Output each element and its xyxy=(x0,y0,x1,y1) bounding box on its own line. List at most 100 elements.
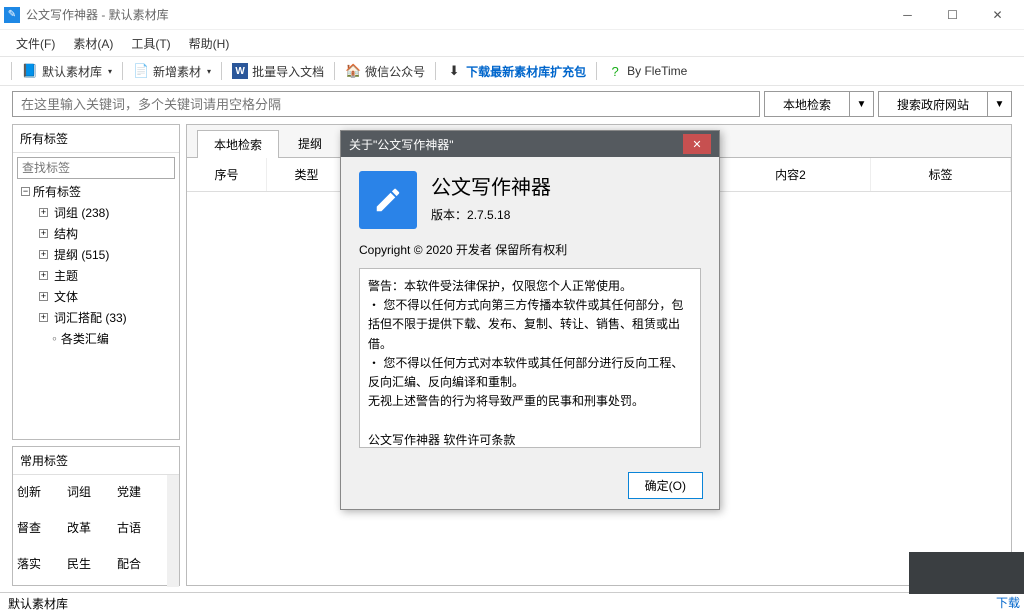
scrollbar[interactable] xyxy=(167,475,179,587)
tree-root: − 所有标签 + 词组 (238) + 结构 + 提纲 (515) + 主题 + 文体 +… xyxy=(17,181,175,349)
app-icon: ✎ xyxy=(4,7,20,23)
tree-node[interactable]: + 主题 xyxy=(35,265,175,286)
tree-node-all[interactable]: − 所有标签 xyxy=(17,181,175,202)
tag-item[interactable]: 督查 xyxy=(17,517,63,545)
bulk-import-button[interactable]: W 批量导入文档 xyxy=(226,60,330,83)
toolbar-label: By FleTime xyxy=(627,64,687,78)
dialog-version: 版本：2.7.5.18 xyxy=(431,206,551,223)
license-textbox[interactable]: 警告：本软件受法律保护，仅限您个人正常使用。 ・ 您不得以任何方式向第三方传播本… xyxy=(359,268,701,448)
common-tags-panel: 常用标签 创新 词组 党建 督查 改革 古语 落实 民生 配合 xyxy=(12,446,180,586)
download-extension-button[interactable]: ⬇ 下载最新素材库扩充包 xyxy=(440,60,592,83)
dialog-app-name: 公文写作神器 xyxy=(431,171,551,200)
tag-item[interactable]: 民生 xyxy=(67,553,113,581)
plus-icon[interactable]: + xyxy=(39,208,48,217)
plus-icon[interactable]: + xyxy=(39,250,48,259)
tag-item[interactable]: 古语 xyxy=(117,517,163,545)
wechat-button[interactable]: 🏠 微信公众号 xyxy=(339,60,431,83)
search-row: 本地检索 ▼ 搜索政府网站 ▼ xyxy=(0,86,1024,122)
minimize-button[interactable]: ─ xyxy=(885,0,930,30)
tree-node[interactable]: + 文体 xyxy=(35,286,175,307)
tag-grid: 创新 词组 党建 督查 改革 古语 落实 民生 配合 xyxy=(13,475,167,587)
toolbar-label: 微信公众号 xyxy=(365,63,425,80)
panel-header: 所有标签 xyxy=(13,125,179,153)
menu-help[interactable]: 帮助(H) xyxy=(185,33,234,54)
tag-item[interactable]: 落实 xyxy=(17,553,63,581)
column-header-type[interactable]: 类型 xyxy=(267,158,347,191)
dialog-body: 公文写作神器 版本：2.7.5.18 Copyright © 2020 开发者 … xyxy=(341,157,719,462)
tag-item[interactable]: 词组 xyxy=(67,481,113,509)
gov-search-dropdown[interactable]: ▼ xyxy=(988,91,1012,117)
menu-material[interactable]: 素材(A) xyxy=(69,33,117,54)
toolbar: 📘 默认素材库 ▾ 📄 新增素材 ▾ W 批量导入文档 🏠 微信公众号 ⬇ 下载… xyxy=(0,56,1024,86)
tag-search-input[interactable] xyxy=(17,157,175,179)
keyword-input[interactable] xyxy=(12,91,760,117)
column-header-tags[interactable]: 标签 xyxy=(871,158,1011,191)
dialog-close-button[interactable]: ✕ xyxy=(683,134,711,154)
chevron-down-icon: ▾ xyxy=(207,67,211,76)
dialog-footer: 确定(O) xyxy=(341,462,719,509)
titlebar: ✎ 公文写作神器 - 默认素材库 ─ ☐ ✕ xyxy=(0,0,1024,30)
tag-item[interactable]: 党建 xyxy=(117,481,163,509)
tag-item[interactable]: 改革 xyxy=(67,517,113,545)
gov-search-button[interactable]: 搜索政府网站 xyxy=(878,91,988,117)
chevron-down-icon: ▾ xyxy=(108,67,112,76)
dot-icon: ∘ xyxy=(51,332,58,345)
tree-node[interactable]: + 词汇搭配 (33) xyxy=(35,307,175,328)
all-tags-panel: 所有标签 − 所有标签 + 词组 (238) + 结构 + 提纲 (515) + 主题 … xyxy=(12,124,180,440)
tree-children: + 词组 (238) + 结构 + 提纲 (515) + 主题 + 文体 + 词汇搭配 (3… xyxy=(17,202,175,349)
window-controls: ─ ☐ ✕ xyxy=(885,0,1020,30)
column-header-index[interactable]: 序号 xyxy=(187,158,267,191)
plus-icon[interactable]: + xyxy=(39,229,48,238)
tree-label: 主题 xyxy=(54,267,78,284)
tree-label: 结构 xyxy=(54,225,78,242)
menu-file[interactable]: 文件(F) xyxy=(12,33,59,54)
tree-label: 词组 (238) xyxy=(54,204,109,221)
close-button[interactable]: ✕ xyxy=(975,0,1020,30)
plus-icon[interactable]: + xyxy=(39,292,48,301)
toolbar-label: 下载最新素材库扩充包 xyxy=(466,63,586,80)
about-dialog: 关于"公文写作神器" ✕ 公文写作神器 版本：2.7.5.18 Copyrigh… xyxy=(340,130,720,510)
status-download-link[interactable]: 下载 xyxy=(996,594,1020,611)
window-title: 公文写作神器 - 默认素材库 xyxy=(26,6,885,23)
default-lib-dropdown[interactable]: 📘 默认素材库 ▾ xyxy=(16,60,118,83)
tree-node[interactable]: ∘各类汇编 xyxy=(35,328,175,349)
plus-icon[interactable]: + xyxy=(39,271,48,280)
tree-label: 词汇搭配 (33) xyxy=(54,309,127,326)
dialog-copyright: Copyright © 2020 开发者 保留所有权利 xyxy=(359,241,701,258)
column-header-content2[interactable]: 内容2 xyxy=(711,158,871,191)
dialog-titlebar[interactable]: 关于"公文写作神器" ✕ xyxy=(341,131,719,157)
tree-label: 所有标签 xyxy=(33,183,81,200)
local-search-button[interactable]: 本地检索 xyxy=(764,91,850,117)
new-file-icon: 📄 xyxy=(133,63,149,79)
tree-node[interactable]: + 词组 (238) xyxy=(35,202,175,223)
tag-item[interactable]: 配合 xyxy=(117,553,163,581)
tag-item[interactable]: 创新 xyxy=(17,481,63,509)
tree-label: 提纲 (515) xyxy=(54,246,109,263)
tree-label: 文体 xyxy=(54,288,78,305)
local-search-dropdown[interactable]: ▼ xyxy=(850,91,874,117)
new-material-dropdown[interactable]: 📄 新增素材 ▾ xyxy=(127,60,217,83)
maximize-button[interactable]: ☐ xyxy=(930,0,975,30)
statusbar: 默认素材库 xyxy=(0,592,1024,614)
tab-local-search[interactable]: 本地检索 xyxy=(197,130,279,158)
book-icon: 📘 xyxy=(22,63,38,79)
tree-label: 各类汇编 xyxy=(61,330,109,347)
menubar: 文件(F) 素材(A) 工具(T) 帮助(H) xyxy=(0,30,1024,56)
ok-button[interactable]: 确定(O) xyxy=(628,472,703,499)
word-icon: W xyxy=(232,63,248,79)
tree-node[interactable]: + 结构 xyxy=(35,223,175,244)
status-left: 默认素材库 xyxy=(8,595,68,612)
menu-tool[interactable]: 工具(T) xyxy=(127,33,174,54)
app-logo-icon xyxy=(359,171,417,229)
minus-icon[interactable]: − xyxy=(21,187,30,196)
home-icon: 🏠 xyxy=(345,63,361,79)
bottom-overlay xyxy=(909,552,1024,594)
tree-node[interactable]: + 提纲 (515) xyxy=(35,244,175,265)
plus-icon[interactable]: + xyxy=(39,313,48,322)
tab-outline[interactable]: 提纲 xyxy=(281,129,339,157)
help-icon: ? xyxy=(607,63,623,79)
by-fletime-button[interactable]: ? By FleTime xyxy=(601,60,693,82)
sidebar: 所有标签 − 所有标签 + 词组 (238) + 结构 + 提纲 (515) + 主题 … xyxy=(12,124,180,586)
download-icon: ⬇ xyxy=(446,63,462,79)
dialog-title-text: 关于"公文写作神器" xyxy=(349,136,454,153)
